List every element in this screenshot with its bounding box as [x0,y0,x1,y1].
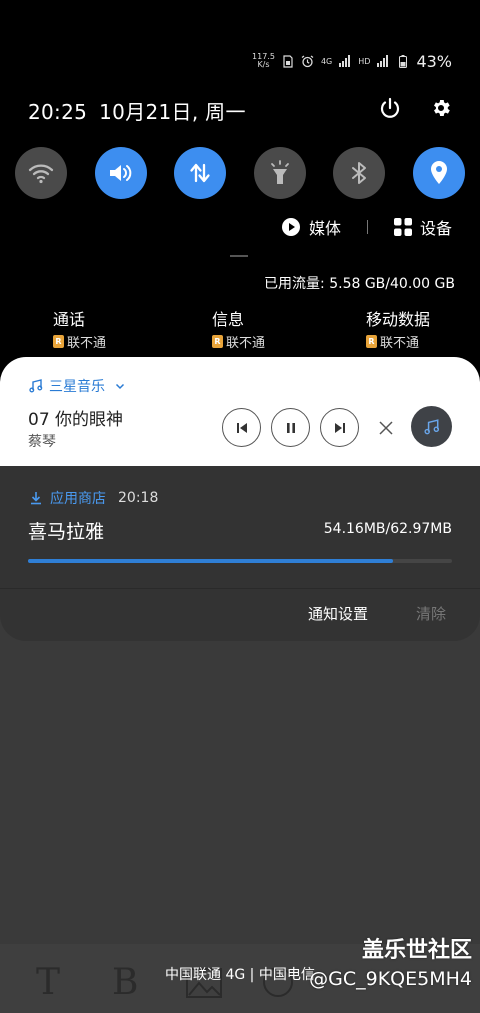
quick-settings-row [15,147,465,199]
download-notification[interactable]: 应用商店 20:18 喜马拉雅 54.16MB/62.97MB 通知设置 清除 [0,466,480,641]
clock-date: 10月21日, 周一 [99,99,246,124]
download-progress-fill [28,559,393,563]
flashlight-toggle[interactable] [253,147,306,199]
battery-icon [396,54,410,68]
status-bar: 117.5 K/s 4G HD 43% [252,51,452,71]
carrier-calls-status: 联不通 [67,336,107,351]
notification-settings-button[interactable]: 通知设置 [308,603,368,624]
wifi-toggle[interactable] [15,147,67,199]
media-label: 媒体 [308,219,341,238]
download-app-name: 应用商店 [50,491,106,507]
skip-next-icon [334,422,345,433]
download-size: 54.16MB/62.97MB [323,521,452,537]
notification-actions: 通知设置 清除 [308,603,446,624]
bluetooth-toggle[interactable] [333,147,386,199]
carrier-status-row: 通话 R 联不通 信息 R 联不通 移动数据 R 联不通 [0,306,480,351]
alarm-icon [301,54,315,68]
close-icon [379,420,393,435]
carrier-mobile-data: 移动数据 R 联不通 [366,306,430,351]
music-app-name: 三星音乐 [49,379,105,395]
chevron-down-icon[interactable] [115,381,125,391]
song-title: 07 你的眼神 [28,410,124,430]
battery-percent: 43% [416,51,452,71]
data-arrows-icon [190,163,210,183]
skip-previous-icon [236,422,247,433]
pause-icon [286,422,295,433]
download-title: 喜马拉雅 [28,521,105,543]
next-track-button[interactable] [320,408,359,447]
second-sim-signal-icon [376,54,390,68]
signal-bars-icon [338,54,352,68]
network-speed: 117.5 K/s [252,53,275,69]
carrier-messages-title: 信息 [212,310,245,329]
sim-icon [281,54,295,68]
clock-time: 20:25 [28,99,88,124]
date-time[interactable]: 20:25 10月21日, 周一 [28,96,246,125]
volume-icon [109,165,131,181]
sim-badge-icon: R [366,335,377,348]
network-speed-unit: K/s [257,60,270,69]
music-note-icon [29,379,43,393]
carrier-calls-title: 通话 [53,310,86,329]
music-note-icon [423,418,439,434]
devices-button[interactable]: 设备 [393,215,452,239]
hd-label: HD [358,56,371,66]
download-progress-bar [28,559,452,563]
download-header: 应用商店 20:18 [30,488,158,508]
carrier-label: 中国联通 4G | 中国电信 [165,967,315,983]
media-output-row: 媒体 设备 [281,215,452,239]
close-music-button[interactable] [375,417,397,439]
text-format-icon[interactable]: T [36,962,60,1003]
media-output-button[interactable]: 媒体 [281,215,341,239]
divider [0,588,480,589]
download-arrow-icon [31,492,41,505]
carrier-calls: 通话 R 联不通 [53,306,106,351]
power-icon[interactable] [378,96,402,124]
bold-format-icon[interactable]: B [112,962,138,1003]
wifi-icon [28,164,54,184]
bluetooth-icon [352,162,367,184]
download-time: 20:18 [118,490,159,506]
devices-grid-icon [393,218,412,236]
sim-badge-icon: R [212,335,223,348]
carrier-data-title: 移动数据 [366,310,431,329]
music-notification[interactable]: 三星音乐 07 你的眼神 蔡琴 [0,357,480,466]
separator [366,220,368,234]
location-icon [430,161,447,184]
previous-track-button[interactable] [222,408,261,447]
flashlight-icon [270,160,289,184]
song-artist: 蔡琴 [28,434,56,450]
play-circle-icon [281,218,300,236]
sim-badge-icon: R [53,335,64,348]
music-app-header[interactable]: 三星音乐 [29,376,125,396]
album-art-button[interactable] [411,406,452,447]
devices-label: 设备 [419,219,452,238]
watermark: 盖乐世社区 @GC_9KQE5MH4 [296,932,472,990]
clear-button[interactable]: 清除 [416,603,446,624]
carrier-messages: 信息 R 联不通 [212,306,265,351]
pause-button[interactable] [271,408,310,447]
watermark-brand: 盖乐世社区 [361,938,472,963]
quick-panel-header: 20:25 10月21日, 周一 [28,96,452,124]
4g-signal-icon: 4G [321,54,332,68]
network-type-label: 4G [320,56,333,66]
carrier-data-status: 联不通 [380,336,420,351]
settings-gear-icon[interactable] [430,97,452,123]
carrier-messages-status: 联不通 [226,336,266,351]
media-controls [222,408,397,447]
location-toggle[interactable] [412,147,465,199]
sound-toggle[interactable] [94,147,147,199]
data-usage-text: 已用流量: 5.58 GB/40.00 GB [264,276,455,292]
panel-drag-handle[interactable] [230,255,248,257]
mobile-data-toggle[interactable] [174,147,227,199]
watermark-user: @GC_9KQE5MH4 [309,968,472,990]
